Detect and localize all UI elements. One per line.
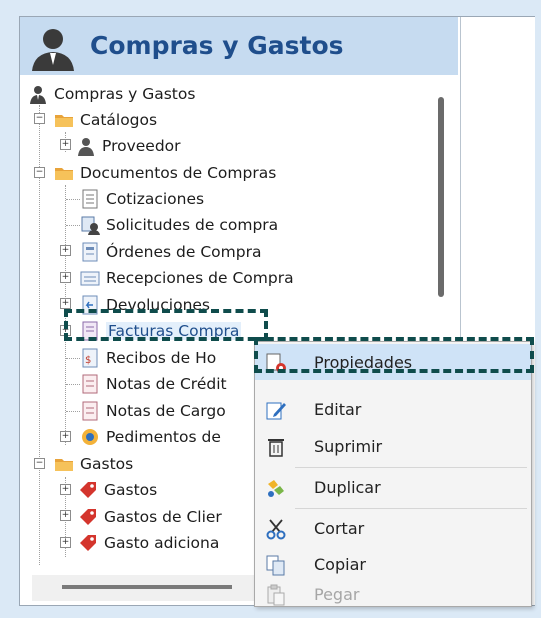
tree-item-label: Órdenes de Compra [106, 243, 262, 261]
expand-toggle[interactable]: + [60, 298, 71, 309]
tree-item-recibos[interactable]: $ Recibos de Ho [80, 345, 216, 371]
tree-item-label: Gastos [104, 481, 158, 499]
menu-item-label: Cortar [314, 518, 365, 538]
tree-item-cotizaciones[interactable]: Cotizaciones [80, 186, 204, 212]
tree-guide [66, 358, 80, 359]
menu-item-label: Copiar [314, 554, 366, 574]
tree-item-proveedor[interactable]: Proveedor [76, 133, 181, 159]
copy-icon [266, 555, 285, 576]
tree-item-label: Recibos de Ho [106, 349, 217, 367]
edit-icon [266, 402, 286, 420]
receipt-icon: $ [82, 348, 98, 368]
menu-item-label: Duplicar [314, 477, 381, 497]
tree-item-notas-credito[interactable]: Notas de Crédit [80, 371, 227, 397]
menu-item-cortar[interactable]: Cortar [255, 510, 531, 546]
document-icon [82, 189, 98, 209]
expand-toggle[interactable]: + [60, 510, 71, 521]
tree-item-label: Recepciones de Compra [106, 269, 294, 287]
tree-item-label: Catálogos [80, 111, 158, 129]
tree-item-documentos[interactable]: Documentos de Compras [54, 160, 276, 186]
tree-item-ordenes[interactable]: Órdenes de Compra [80, 239, 261, 265]
tree-item-gastos-cliente[interactable]: Gastos de Clier [78, 504, 222, 530]
scrollbar-thumb[interactable] [62, 585, 232, 589]
tree-item-gastos[interactable]: Gastos [78, 477, 157, 503]
collapse-toggle[interactable]: − [34, 458, 45, 469]
menu-separator [295, 467, 527, 468]
folder-icon [55, 459, 73, 471]
user-icon [32, 29, 74, 71]
menu-item-label: Pegar [314, 584, 360, 604]
scissors-icon [266, 519, 286, 540]
collapse-toggle[interactable]: − [34, 167, 45, 178]
tree-item-recepciones[interactable]: Recepciones de Compra [80, 265, 294, 291]
tree-item-label: Proveedor [102, 137, 181, 155]
panel-header: Compras y Gastos [20, 17, 458, 75]
tree-item-label: Gastos de Clier [104, 508, 222, 526]
request-icon [81, 216, 100, 235]
highlight-facturas [64, 309, 268, 341]
vertical-scrollbar[interactable] [438, 97, 444, 297]
menu-item-editar[interactable]: Editar [255, 391, 531, 427]
menu-separator [295, 508, 527, 509]
reception-icon [80, 271, 100, 286]
customs-icon [82, 429, 98, 445]
tree-item-catalogos[interactable]: Catálogos [54, 107, 157, 133]
menu-item-label: Suprimir [314, 436, 383, 456]
expand-toggle[interactable]: + [60, 537, 71, 548]
tree-item-gasto-adicional[interactable]: Gasto adiciona [78, 530, 219, 556]
tag-icon [80, 535, 96, 551]
highlight-propiedades [254, 337, 534, 373]
tree-item-label: Gasto adiciona [104, 534, 220, 552]
tree-item-pedimentos[interactable]: Pedimentos de [80, 424, 221, 450]
tree-item-label: Notas de Cargo [106, 402, 226, 420]
charge-note-icon [82, 401, 98, 421]
order-icon [82, 242, 98, 262]
collapse-toggle[interactable]: − [34, 113, 45, 124]
expand-toggle[interactable]: + [60, 484, 71, 495]
horizontal-scrollbar[interactable] [32, 575, 272, 601]
tree-item-gastos-folder[interactable]: Gastos [54, 451, 133, 477]
tree-item-notas-cargo[interactable]: Notas de Cargo [80, 398, 226, 424]
tree-item-label: Solicitudes de compra [106, 216, 279, 234]
folder-icon [55, 168, 73, 180]
tree-item-label: Gastos [80, 455, 134, 473]
tree-item-label: Cotizaciones [106, 190, 205, 208]
tree-guide [66, 199, 80, 200]
menu-item-label: Editar [314, 399, 362, 419]
menu-item-copiar[interactable]: Copiar [255, 546, 531, 582]
folder-icon [55, 115, 73, 127]
user-icon [78, 138, 94, 156]
credit-note-icon [82, 374, 98, 394]
user-icon [30, 86, 46, 104]
svg-text:$: $ [85, 355, 91, 366]
tag-icon [80, 482, 96, 498]
expand-toggle[interactable]: + [60, 139, 71, 150]
menu-item-duplicar[interactable]: Duplicar [255, 469, 531, 505]
tree-item-solicitudes[interactable]: Solicitudes de compra [80, 212, 278, 238]
tree-guide [66, 384, 80, 385]
expand-toggle[interactable]: + [60, 245, 71, 256]
context-menu: Propiedades Editar Suprimir Duplicar Cor… [254, 341, 532, 607]
menu-item-pegar: Pegar [255, 582, 531, 606]
duplicate-icon [268, 480, 284, 497]
paste-icon [267, 584, 285, 606]
trash-icon [268, 439, 284, 457]
tag-icon [80, 509, 96, 525]
tree-item-label: Notas de Crédit [106, 375, 227, 393]
menu-item-suprimir[interactable]: Suprimir [255, 428, 531, 464]
tree-guide [66, 225, 80, 226]
expand-toggle[interactable]: + [60, 272, 71, 283]
tree-item-label: Documentos de Compras [80, 164, 277, 182]
tree-item-root[interactable]: Compras y Gastos [28, 81, 195, 107]
tree-item-label: Compras y Gastos [54, 85, 196, 103]
page-title: Compras y Gastos [90, 31, 344, 60]
tree-item-label: Pedimentos de [106, 428, 221, 446]
tree-guide [66, 411, 80, 412]
expand-toggle[interactable]: + [60, 431, 71, 442]
